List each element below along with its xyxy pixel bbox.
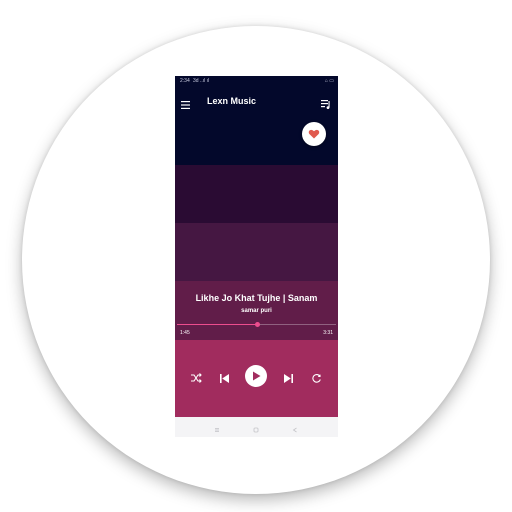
favorite-button[interactable] [302, 122, 326, 146]
app-title: Lexn Music [207, 96, 257, 106]
playlist-queue-icon[interactable] [321, 96, 331, 109]
skip-next-icon [284, 374, 293, 383]
skip-previous-icon [220, 374, 229, 383]
color-band-1 [175, 165, 338, 223]
toolbar: Lexn Music [175, 90, 338, 112]
seek-progress [177, 324, 257, 325]
elapsed-time: 1:45 [180, 330, 190, 336]
total-duration: 3:31 [323, 330, 333, 336]
shuffle-icon [191, 373, 202, 383]
system-nav-bar [175, 417, 338, 437]
repeat-button[interactable] [311, 371, 322, 383]
phone-screen: 2:34 3d ..ıl ıl ⌂ ▭ Lexn Music Likhe Jo … [175, 76, 338, 437]
status-right: ⌂ ▭ [324, 78, 334, 84]
hamburger-menu-icon[interactable] [181, 96, 190, 109]
heart-icon [308, 129, 320, 139]
status-bar: 2:34 3d ..ıl ıl ⌂ ▭ [175, 76, 338, 86]
seek-bar[interactable] [177, 322, 336, 327]
status-time: 2:34 [180, 78, 190, 84]
artist-name: samar puri [241, 308, 272, 314]
status-signal: 3d ..ıl ıl [193, 78, 210, 84]
play-button[interactable] [245, 365, 267, 387]
shuffle-button[interactable] [190, 371, 202, 383]
play-icon [253, 371, 261, 381]
recents-icon[interactable] [212, 422, 222, 432]
seek-thumb[interactable] [254, 322, 260, 327]
color-band-2 [175, 223, 338, 281]
back-icon[interactable] [290, 422, 300, 433]
next-button[interactable] [283, 371, 294, 383]
repeat-icon [312, 374, 321, 383]
previous-button[interactable] [219, 371, 230, 383]
home-icon[interactable] [251, 422, 261, 433]
song-title: Likhe Jo Khat Tujhe | Sanam [195, 293, 318, 303]
